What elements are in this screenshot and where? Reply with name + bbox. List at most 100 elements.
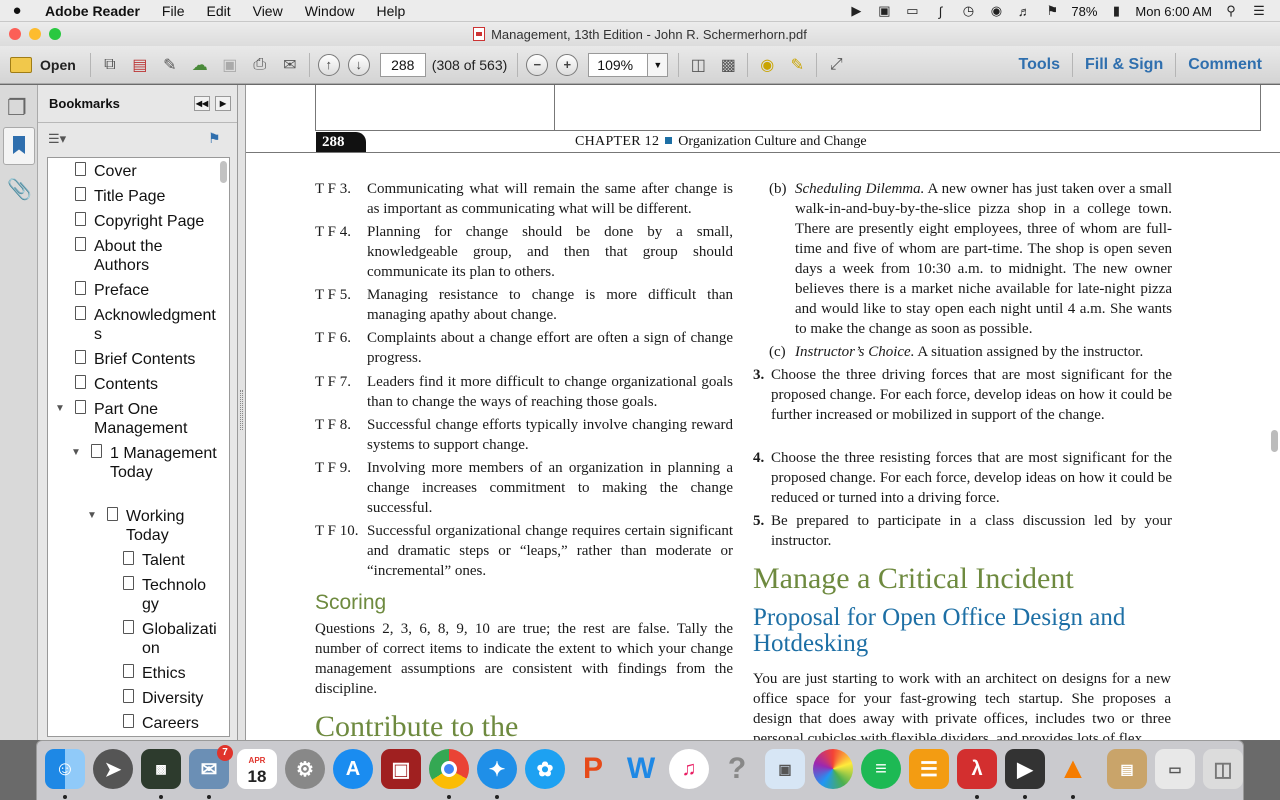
bookmarks-scrollbar[interactable]	[220, 161, 227, 183]
flag-input-icon[interactable]: ⚑	[1043, 3, 1061, 19]
photo-booth-icon[interactable]: ▣	[381, 749, 421, 789]
bookmark-contents[interactable]: Contents	[94, 375, 158, 394]
panel-splitter[interactable]	[238, 85, 246, 740]
email-icon[interactable]: ✉	[275, 51, 305, 79]
launchpad-icon[interactable]: ➤	[93, 749, 133, 789]
collapse-panel-icon[interactable]: ◀◀	[194, 96, 210, 111]
menu-view[interactable]: View	[242, 3, 294, 19]
bookmark-working-today[interactable]: Working Today	[126, 507, 206, 545]
itunes-music-icon[interactable]: ♫	[669, 749, 709, 789]
menu-help[interactable]: Help	[366, 3, 417, 19]
volume-icon[interactable]: ♬	[1015, 4, 1033, 19]
edit-pdf-icon[interactable]: ✎	[155, 51, 185, 79]
calendar-icon[interactable]: APR 18	[237, 749, 277, 789]
notification-center-icon[interactable]: ☰	[1250, 3, 1268, 19]
vlc-cone-icon[interactable]: ▲	[1053, 749, 1093, 789]
mail-icon[interactable]: ✉ 7	[189, 745, 233, 789]
spotify-icon[interactable]: ≡	[861, 749, 901, 789]
safari-compass-icon[interactable]: ✦	[477, 749, 517, 789]
fill-sign-pane-button[interactable]: Fill & Sign	[1073, 46, 1175, 84]
tools-pane-button[interactable]: Tools	[1007, 46, 1072, 84]
video-player-icon[interactable]: ▶	[1005, 749, 1045, 789]
photos-icon[interactable]	[813, 749, 853, 789]
bookmark-acknowledgments[interactable]: Acknowledgments	[94, 306, 218, 344]
chrome-icon[interactable]	[429, 749, 469, 789]
bookmark-title-page[interactable]: Title Page	[94, 187, 165, 206]
bookmark-part-one-management[interactable]: Part One Management	[94, 400, 204, 438]
expand-triangle-icon[interactable]: ▼	[87, 510, 97, 521]
screen-status-icon[interactable]: ▣	[875, 3, 893, 19]
bookmark-talent[interactable]: Talent	[142, 551, 185, 570]
ibooks-icon[interactable]: ☰	[909, 749, 949, 789]
next-page-button[interactable]: ↓	[344, 51, 374, 79]
bookmark-options-icon[interactable]: ☰▾	[48, 131, 66, 147]
menu-file[interactable]: File	[151, 3, 196, 19]
sticky-note-icon[interactable]: ◉	[752, 51, 782, 79]
zoom-in-button[interactable]: +	[552, 51, 582, 79]
spotlight-search-icon[interactable]: ⚲	[1222, 3, 1240, 19]
bookmark-copyright-page[interactable]: Copyright Page	[94, 212, 204, 231]
app-store-icon[interactable]: A	[333, 749, 373, 789]
app-menu[interactable]: Adobe Reader	[34, 3, 151, 19]
expand-triangle-icon[interactable]: ▼	[71, 447, 81, 458]
downloads-stack-icon[interactable]: ▤	[1107, 749, 1147, 789]
comment-pane-button[interactable]: Comment	[1176, 46, 1274, 84]
bookmark-1-management-today[interactable]: 1 Management Today	[110, 444, 220, 482]
full-screen-icon[interactable]: ⤢	[821, 51, 851, 79]
fit-page-icon[interactable]: ◫	[683, 51, 713, 79]
unknown-app-question-icon[interactable]: ?	[717, 749, 757, 789]
menu-window[interactable]: Window	[294, 3, 366, 19]
previous-page-button[interactable]: ↑	[314, 51, 344, 79]
time-machine-icon[interactable]: ◷	[959, 3, 977, 19]
highlight-text-icon[interactable]: ✎	[782, 51, 812, 79]
system-preferences-gear-icon[interactable]: ⚙	[285, 749, 325, 789]
twitter-icon[interactable]: ✿	[525, 749, 565, 789]
upload-cloud-icon[interactable]: ☁	[185, 51, 215, 79]
zoom-window-button[interactable]	[49, 28, 61, 40]
zoom-level-input[interactable]: 109%	[588, 52, 649, 77]
print-icon[interactable]: ⎙	[245, 51, 275, 79]
create-pdf-icon[interactable]: ⧉	[95, 51, 125, 79]
attachments-paperclip-icon[interactable]: 📎	[7, 177, 32, 203]
documents-stack-icon[interactable]: ▭	[1155, 749, 1195, 789]
wps-writer-icon[interactable]: W	[621, 749, 661, 789]
fit-width-icon[interactable]: ▩	[713, 51, 743, 79]
expand-triangle-icon[interactable]: ▼	[55, 403, 65, 414]
document-scrollbar[interactable]	[1271, 430, 1278, 452]
expand-panel-icon[interactable]: ▶	[215, 96, 231, 111]
adobe-acrobat-icon[interactable]: λ	[957, 749, 997, 789]
preview-icon[interactable]: ▣	[765, 749, 805, 789]
page-thumbnails-icon[interactable]: ❐	[7, 95, 31, 121]
bookmark-brief-contents[interactable]: Brief Contents	[94, 350, 195, 369]
trash-icon[interactable]: ◫	[1203, 749, 1243, 789]
bookmark-about-the-authors[interactable]: About the Authors	[94, 237, 184, 275]
open-button[interactable]: Open	[0, 51, 86, 79]
bookmark-careers[interactable]: Careers	[142, 714, 199, 733]
find-current-bookmark-icon[interactable]: ⚑	[208, 130, 221, 147]
bookmark-technology[interactable]: Technology	[142, 576, 212, 614]
clock[interactable]: Mon 6:00 AM	[1135, 4, 1212, 19]
battery-icon[interactable]: ▮	[1107, 3, 1125, 19]
bookmarks-panel-icon[interactable]	[3, 127, 35, 165]
bookmark-ethics[interactable]: Ethics	[142, 664, 186, 683]
minimize-window-button[interactable]	[29, 28, 41, 40]
menu-edit[interactable]: Edit	[195, 3, 241, 19]
bookmark-globalization[interactable]: Globalization	[142, 620, 218, 658]
activity-monitor-icon[interactable]: ▩	[141, 749, 181, 789]
bluetooth-icon[interactable]: ∫	[931, 4, 949, 19]
page-number-input[interactable]: 288	[379, 52, 426, 77]
close-window-button[interactable]	[9, 28, 21, 40]
finder-icon[interactable]: ☺	[45, 749, 85, 789]
bookmark-diversity[interactable]: Diversity	[142, 689, 203, 708]
airplay-icon[interactable]: ▭	[903, 3, 921, 19]
export-pdf-icon[interactable]: ▤	[125, 51, 155, 79]
wifi-icon[interactable]: ◉	[987, 3, 1005, 19]
save-icon[interactable]: ▣	[215, 51, 245, 79]
zoom-out-button[interactable]: −	[522, 51, 552, 79]
bookmark-preface[interactable]: Preface	[94, 281, 149, 300]
wps-presentation-icon[interactable]: P	[573, 749, 613, 789]
zoom-dropdown-chevron-icon[interactable]: ▼	[648, 52, 669, 77]
play-status-icon[interactable]: ▶	[847, 3, 865, 19]
bookmark-cover[interactable]: Cover	[94, 162, 137, 181]
apple-menu-icon[interactable]: ●	[0, 2, 34, 19]
